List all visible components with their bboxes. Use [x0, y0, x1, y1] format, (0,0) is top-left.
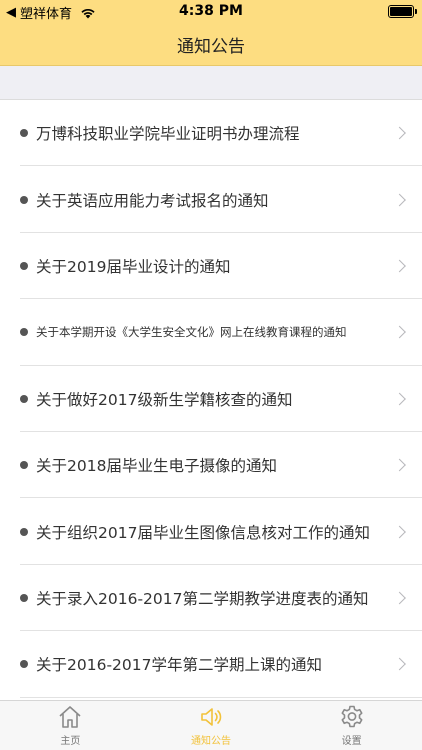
chevron-right-icon	[393, 458, 406, 472]
page-title: 通知公告	[177, 37, 245, 57]
tab-notices-label: 通知公告	[191, 736, 231, 747]
notice-item[interactable]: 关于2016-2017学年第二学期上课的通知	[0, 631, 422, 698]
bullet-icon	[20, 328, 28, 337]
status-time: 4:38 PM	[179, 3, 243, 19]
chevron-right-icon	[393, 591, 406, 605]
bullet-icon	[20, 660, 28, 669]
notice-title: 万博科技职业学院毕业证明书办理流程	[36, 125, 300, 144]
notice-title: 关于2016-2017学年第二学期上课的通知	[36, 656, 322, 675]
bullet-icon	[20, 593, 28, 602]
chevron-right-icon	[393, 259, 406, 273]
notice-item[interactable]: 关于英语应用能力考试报名的通知	[0, 166, 422, 234]
bullet-icon	[20, 461, 28, 470]
tab-home-label: 主页	[60, 736, 81, 747]
bullet-icon	[20, 195, 28, 204]
tab-settings[interactable]: 设置	[281, 701, 422, 750]
notice-title: 关于2018届毕业生电子摄像的通知	[36, 457, 277, 476]
bullet-icon	[20, 394, 28, 403]
navigation-bar: 通知公告	[0, 24, 422, 66]
notice-item[interactable]: 关于录入2016-2017第二学期教学进度表的通知	[0, 565, 422, 632]
chevron-right-icon	[393, 392, 406, 406]
tab-settings-label: 设置	[341, 736, 362, 747]
bullet-icon	[20, 129, 28, 138]
home-icon	[59, 706, 81, 728]
notice-title: 关于录入2016-2017第二学期教学进度表的通知	[36, 589, 369, 608]
notice-item[interactable]: 关于组织2017届毕业生图像信息核对工作的通知	[0, 498, 422, 566]
notice-item[interactable]: 关于本学期开设《大学生安全文化》网上在线教育课程的通知	[0, 299, 422, 366]
bullet-icon	[20, 527, 28, 536]
notice-title: 关于做好2017级新生学籍核查的通知	[36, 390, 293, 409]
tab-home[interactable]: 主页	[0, 701, 141, 750]
notice-item[interactable]: 万博科技职业学院毕业证明书办理流程	[0, 100, 422, 167]
notice-list: 万博科技职业学院毕业证明书办理流程 关于英语应用能力考试报名的通知 关于2019…	[0, 100, 422, 698]
notice-item[interactable]: 关于2019届毕业设计的通知	[0, 233, 422, 300]
chevron-right-icon	[393, 657, 406, 671]
notice-item[interactable]: 关于2018届毕业生电子摄像的通知	[0, 432, 422, 499]
notice-title: 关于本学期开设《大学生安全文化》网上在线教育课程的通知	[36, 325, 347, 340]
notice-title: 关于组织2017届毕业生图像信息核对工作的通知	[36, 523, 370, 542]
speaker-icon	[201, 708, 222, 726]
tab-bar: 主页 通知公告 设置	[0, 700, 422, 750]
notice-item[interactable]: 关于做好2017级新生学籍核查的通知	[0, 366, 422, 433]
chevron-right-icon	[393, 126, 406, 140]
bullet-icon	[20, 261, 28, 270]
status-bar: ◀ 塑祥体育 4:38 PM	[0, 0, 422, 24]
chevron-right-icon	[393, 525, 406, 538]
tab-notices[interactable]: 通知公告	[141, 701, 282, 750]
gear-icon	[341, 705, 363, 728]
battery-icon	[388, 5, 417, 18]
notice-title: 关于2019届毕业设计的通知	[36, 257, 231, 276]
notice-title: 关于英语应用能力考试报名的通知	[36, 191, 269, 210]
section-spacer	[0, 66, 422, 100]
chevron-right-icon	[393, 193, 406, 206]
chevron-right-icon	[393, 325, 406, 339]
